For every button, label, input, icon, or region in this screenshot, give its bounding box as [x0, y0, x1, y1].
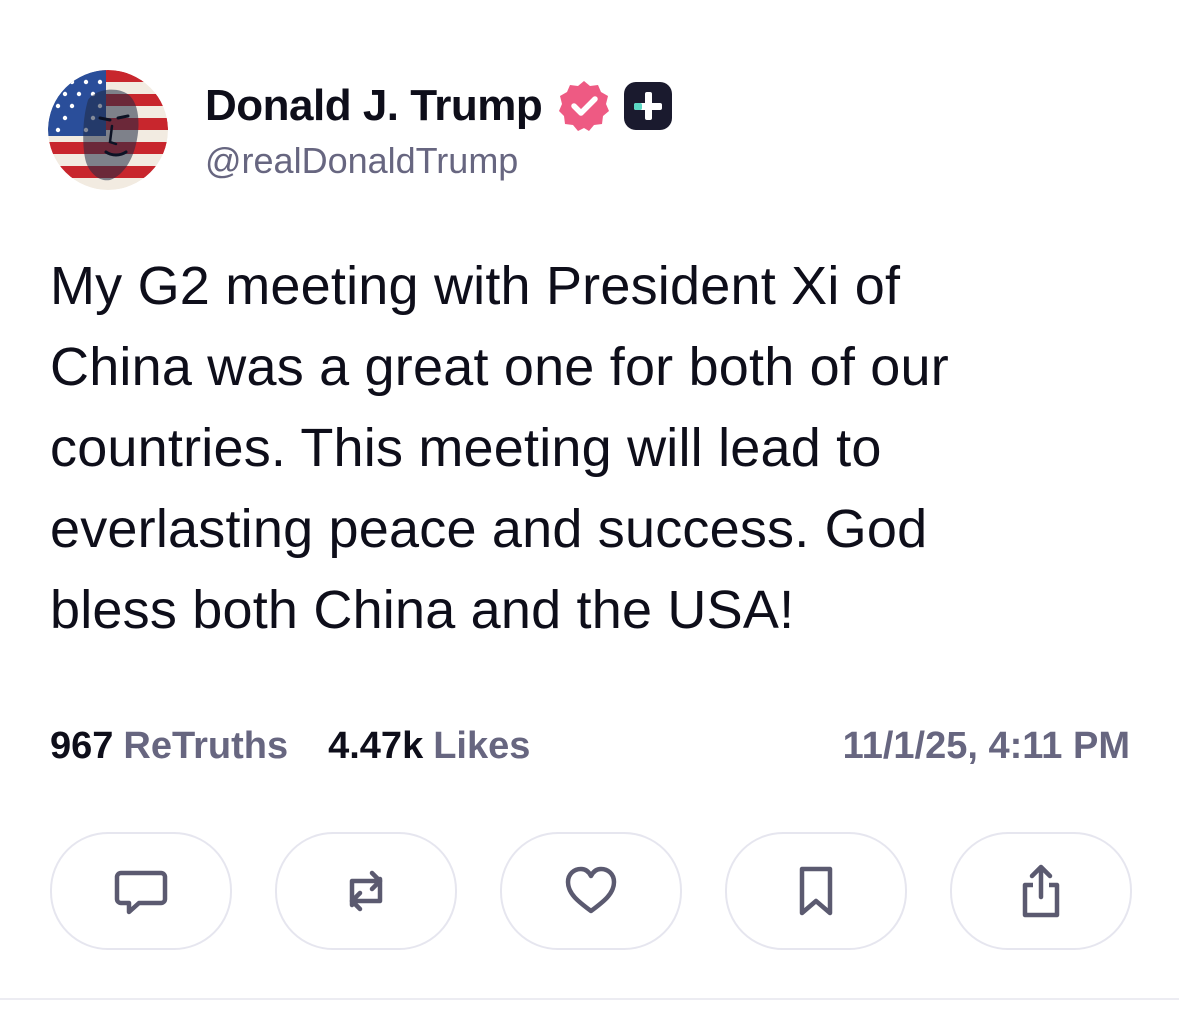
share-icon [1022, 864, 1060, 918]
bookmark-button[interactable] [725, 832, 907, 950]
likes-label: Likes [433, 724, 531, 767]
retruths-count: 967 [50, 724, 114, 767]
post-timestamp: 11/1/25, 4:11 PM [842, 724, 1130, 767]
verified-badge-icon [556, 78, 612, 134]
avatar[interactable] [48, 70, 168, 190]
like-button[interactable] [500, 832, 682, 950]
display-name[interactable]: Donald J. Trump [205, 81, 543, 131]
likes-stat[interactable]: 4.47k Likes [328, 725, 530, 768]
post-text: My G2 meeting with President Xi of China… [50, 256, 949, 640]
author-handle[interactable]: @realDonaldTrump [205, 140, 518, 182]
retruths-stat[interactable]: 967 ReTruths [50, 725, 288, 768]
comment-icon [114, 870, 168, 915]
plus-badge-icon [622, 80, 674, 132]
retruth-button[interactable] [275, 832, 457, 950]
action-bar [50, 832, 1132, 950]
flag-portrait-avatar-icon [48, 70, 168, 190]
repost-icon [349, 870, 383, 912]
likes-count: 4.47k [328, 724, 424, 767]
bookmark-icon [799, 866, 833, 916]
share-button[interactable] [950, 832, 1132, 950]
post-stats: 967 ReTruths 4.47k Likes 11/1/25, 4:11 P… [50, 716, 1130, 776]
retruths-label: ReTruths [123, 724, 289, 767]
author-name-row: Donald J. Trump [205, 78, 674, 134]
heart-icon [565, 866, 617, 914]
post-card: Donald J. Trump @realDonaldTrump My G2 m… [0, 0, 1179, 1033]
divider [0, 998, 1179, 1000]
reply-button[interactable] [50, 832, 232, 950]
